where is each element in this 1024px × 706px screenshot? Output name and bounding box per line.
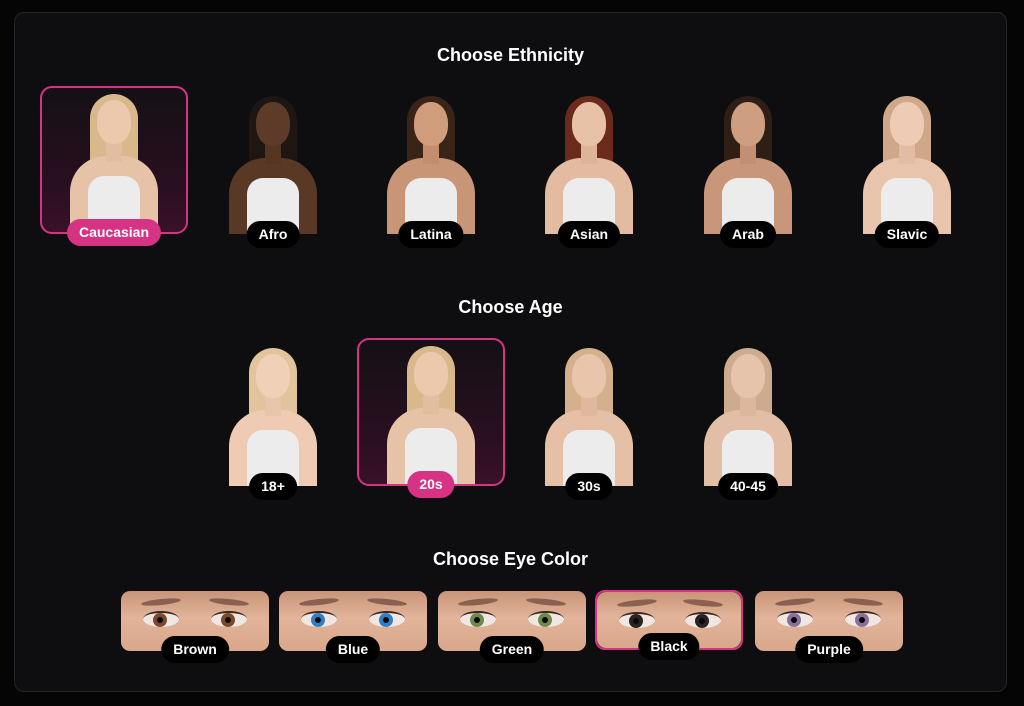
ethnicity-option-caucasian[interactable]: Caucasian (40, 86, 188, 246)
portrait-image (227, 94, 319, 234)
portrait-image (861, 94, 953, 234)
option-label: 30s (565, 473, 613, 500)
portrait-image (702, 94, 794, 234)
age-option-40-45[interactable]: 40-45 (674, 338, 822, 500)
option-label: Black (638, 633, 700, 660)
portrait-image (385, 344, 477, 484)
option-label: Green (479, 636, 545, 663)
option-label: 18+ (249, 473, 297, 500)
option-label: Slavic (874, 221, 940, 248)
age-option-20s[interactable]: 20s (357, 338, 505, 498)
portrait-image (68, 92, 160, 232)
portrait-image (227, 346, 319, 486)
option-label: Asian (557, 221, 621, 248)
portrait-image (385, 94, 477, 234)
ethnicity-option-asian[interactable]: Asian (515, 86, 663, 248)
section-title-age: Choose Age (458, 297, 563, 317)
portrait-image (543, 94, 635, 234)
ethnicity-option-afro[interactable]: Afro (199, 86, 347, 248)
option-label: 40-45 (718, 473, 778, 500)
appearance-panel: Choose Ethnicity Caucasian Afro Latina A… (14, 12, 1007, 692)
option-label: Arab (720, 221, 776, 248)
eye-color-option-black[interactable]: Black (595, 590, 743, 660)
age-option-30s[interactable]: 30s (515, 338, 663, 500)
eye-color-option-blue[interactable]: Blue (279, 591, 427, 663)
portrait-image (543, 346, 635, 486)
section-title-ethnicity: Choose Ethnicity (436, 45, 584, 65)
option-label: 20s (407, 471, 455, 498)
option-label: Caucasian (66, 219, 162, 246)
option-label: Afro (246, 221, 300, 248)
section-title-eye-color: Choose Eye Color (432, 549, 589, 569)
option-label: Brown (161, 636, 229, 663)
age-option-18[interactable]: 18+ (199, 338, 347, 500)
ethnicity-option-arab[interactable]: Arab (674, 86, 822, 248)
ethnicity-option-latina[interactable]: Latina (357, 86, 505, 248)
eye-color-option-green[interactable]: Green (438, 591, 586, 663)
option-label: Purple (795, 636, 863, 663)
ethnicity-option-slavic[interactable]: Slavic (833, 86, 981, 248)
eye-color-option-brown[interactable]: Brown (121, 591, 269, 663)
option-label: Blue (325, 636, 381, 663)
eye-color-option-purple[interactable]: Purple (755, 591, 903, 663)
portrait-image (702, 346, 794, 486)
option-label: Latina (398, 221, 464, 248)
